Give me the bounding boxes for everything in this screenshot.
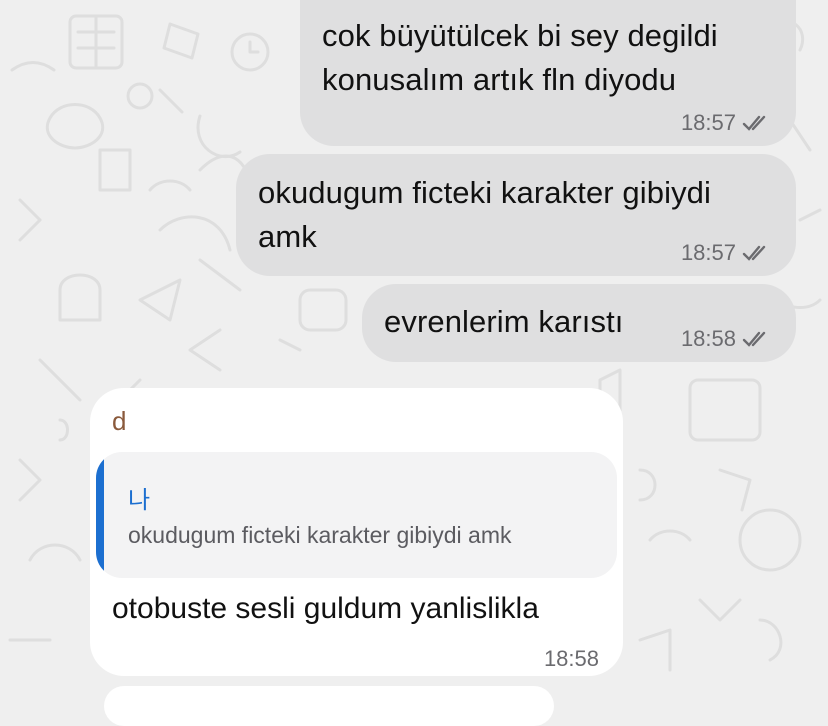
- double-check-icon: [742, 331, 766, 347]
- quoted-reply[interactable]: 나 okudugum ficteki karakter gibiydi amk: [96, 452, 617, 578]
- message-meta: 18:57: [681, 110, 772, 136]
- double-check-icon: [742, 115, 766, 131]
- message-time: 18:57: [680, 110, 736, 135]
- message-text: okudugum ficteki karakter gibiydi amk: [258, 175, 712, 254]
- message-meta: 18:57: [681, 240, 772, 266]
- outgoing-message[interactable]: okudugum ficteki karakter gibiydi amk 18…: [236, 154, 796, 276]
- reply-accent-bar: [96, 452, 104, 578]
- incoming-message-partial[interactable]: [104, 686, 554, 726]
- message-text: evrenlerim karıstı: [384, 304, 624, 339]
- outgoing-message[interactable]: cok büyütülcek bi sey degildi konusalım …: [300, 0, 796, 146]
- incoming-message[interactable]: d 나 okudugum ficteki karakter gibiydi am…: [90, 388, 623, 676]
- message-text: otobuste sesli guldum yanlislikla: [112, 592, 539, 625]
- outgoing-message[interactable]: evrenlerim karıstı 18:58: [362, 284, 796, 362]
- message-time: 18:58: [543, 646, 599, 671]
- sender-name: d: [112, 406, 127, 436]
- reply-text: okudugum ficteki karakter gibiydi amk: [128, 522, 512, 548]
- message-meta: 18:58: [681, 326, 772, 352]
- double-check-icon: [742, 245, 766, 261]
- reply-author: 나: [128, 487, 151, 514]
- message-time: 18:57: [680, 240, 736, 265]
- message-text: cok büyütülcek bi sey degildi konusalım …: [322, 18, 718, 97]
- message-time: 18:58: [680, 326, 736, 351]
- message-meta: 18:58: [544, 646, 599, 672]
